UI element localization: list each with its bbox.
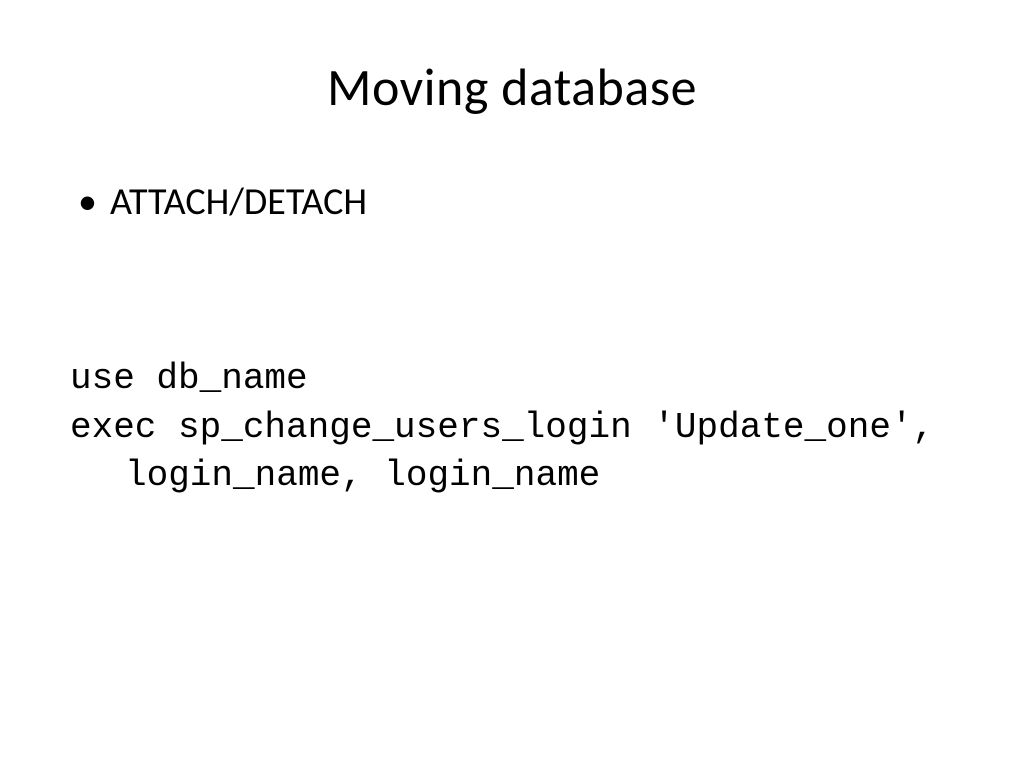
slide-title: Moving database	[70, 55, 954, 119]
slide: Moving database ATTACH/DETACH use db_nam…	[0, 0, 1024, 768]
code-line: use db_name	[70, 355, 954, 404]
bullet-item: ATTACH/DETACH	[70, 179, 954, 225]
code-block: use db_name exec sp_change_users_login '…	[70, 355, 954, 501]
code-line: exec sp_change_users_login 'Update_one',…	[70, 404, 954, 501]
bullet-list: ATTACH/DETACH	[70, 179, 954, 225]
